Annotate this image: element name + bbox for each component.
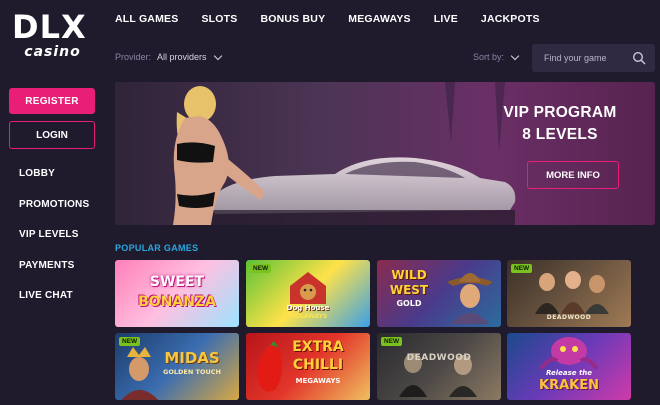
casino-logo[interactable]: DLX casino	[10, 10, 95, 66]
game-title-line: KRAKEN	[539, 378, 599, 393]
provider-label: Provider:	[115, 52, 152, 62]
sidebar-item-promotions[interactable]: PROMOTIONS	[19, 199, 89, 230]
popular-games-title: POPULAR GAMES	[115, 243, 199, 253]
game-tile-midas-golden-touch[interactable]: NEW MIDAS GOLDEN TOUCH	[115, 333, 239, 400]
register-button[interactable]: REGISTER	[9, 88, 95, 114]
provider-filter[interactable]: Provider: All providers	[115, 51, 222, 62]
game-title-line: Dog House	[286, 304, 330, 312]
tab-all-games[interactable]: ALL GAMES	[115, 13, 178, 25]
chevron-down-icon	[213, 51, 222, 60]
game-tile-wild-west-gold[interactable]: WILD WEST GOLD	[377, 260, 501, 327]
game-title-line: DEADWOOD	[406, 353, 472, 363]
game-title-line: SWEET	[149, 274, 205, 290]
game-tile-sweet-bonanza[interactable]: SWEET BONANZA	[115, 260, 239, 327]
top-nav: ALL GAMES SLOTS BONUS BUY MEGAWAYS LIVE …	[115, 13, 563, 25]
sort-by-label: Sort by:	[473, 52, 505, 62]
new-badge: NEW	[250, 264, 272, 273]
outlaws-icon	[399, 353, 477, 397]
sidebar-item-vip-levels[interactable]: VIP LEVELS	[19, 229, 89, 260]
chilli-icon	[257, 341, 283, 392]
vip-title: VIP PROGRAM 8 LEVELS	[490, 102, 630, 146]
vip-title-line2: 8 LEVELS	[522, 126, 598, 143]
sidebar-item-payments[interactable]: PAYMENTS	[19, 260, 89, 291]
kraken-icon	[539, 337, 599, 369]
vip-title-line1: VIP PROGRAM	[503, 104, 617, 121]
game-title-line: DEADWOOD	[546, 314, 592, 321]
game-tile-deadwood[interactable]: NEW DEADWOOD	[377, 333, 501, 400]
vip-banner[interactable]: VIP PROGRAM 8 LEVELS MORE INFO	[115, 82, 655, 225]
tab-jackpots[interactable]: JACKPOTS	[481, 13, 540, 25]
game-title-line: WEST	[389, 283, 429, 297]
search-icon[interactable]	[632, 51, 646, 65]
game-title-line: WILD	[391, 268, 427, 282]
tab-slots[interactable]: SLOTS	[201, 13, 237, 25]
login-button[interactable]: LOGIN	[9, 121, 95, 149]
more-info-button[interactable]: MORE INFO	[527, 161, 619, 189]
game-title-line: GOLDEN TOUCH	[163, 368, 221, 376]
sidebar-item-live-chat[interactable]: LIVE CHAT	[19, 290, 89, 321]
tab-megaways[interactable]: MEGAWAYS	[348, 13, 410, 25]
search-input[interactable]: Find your game	[532, 44, 655, 72]
game-tile-deadwood[interactable]: NEW DEADWOOD	[507, 260, 631, 327]
game-title-line: MEGAWAYS	[288, 313, 328, 320]
sidebar-item-lobby[interactable]: LOBBY	[19, 168, 89, 199]
sidebar: DLX casino REGISTER LOGIN LOBBY PROMOTIO…	[0, 0, 105, 405]
characters-icon	[535, 271, 609, 314]
game-title-line: BONANZA	[138, 294, 216, 310]
provider-value: All providers	[157, 52, 207, 62]
game-title-line: GOLD	[396, 299, 422, 308]
search-placeholder: Find your game	[544, 53, 607, 63]
game-title-line: MIDAS	[164, 349, 220, 367]
sidebar-nav: LOBBY PROMOTIONS VIP LEVELS PAYMENTS LIV…	[19, 168, 89, 321]
game-title-line: Release the	[545, 369, 593, 377]
game-tile-dog-house-megaways[interactable]: NEW Dog House MEGAWAYS	[246, 260, 370, 327]
game-tile-release-the-kraken[interactable]: Release the KRAKEN	[507, 333, 631, 400]
sort-by-dropdown[interactable]: Sort by:	[473, 51, 520, 62]
dog-house-icon	[290, 272, 326, 304]
tab-bonus-buy[interactable]: BONUS BUY	[260, 13, 325, 25]
game-tile-extra-chilli-megaways[interactable]: EXTRA CHILLI MEGAWAYS	[246, 333, 370, 400]
logo-sub-text: casino	[24, 44, 81, 60]
logo-main-text: DLX	[12, 8, 87, 46]
chevron-down-icon	[510, 51, 520, 60]
tab-live[interactable]: LIVE	[434, 13, 458, 25]
